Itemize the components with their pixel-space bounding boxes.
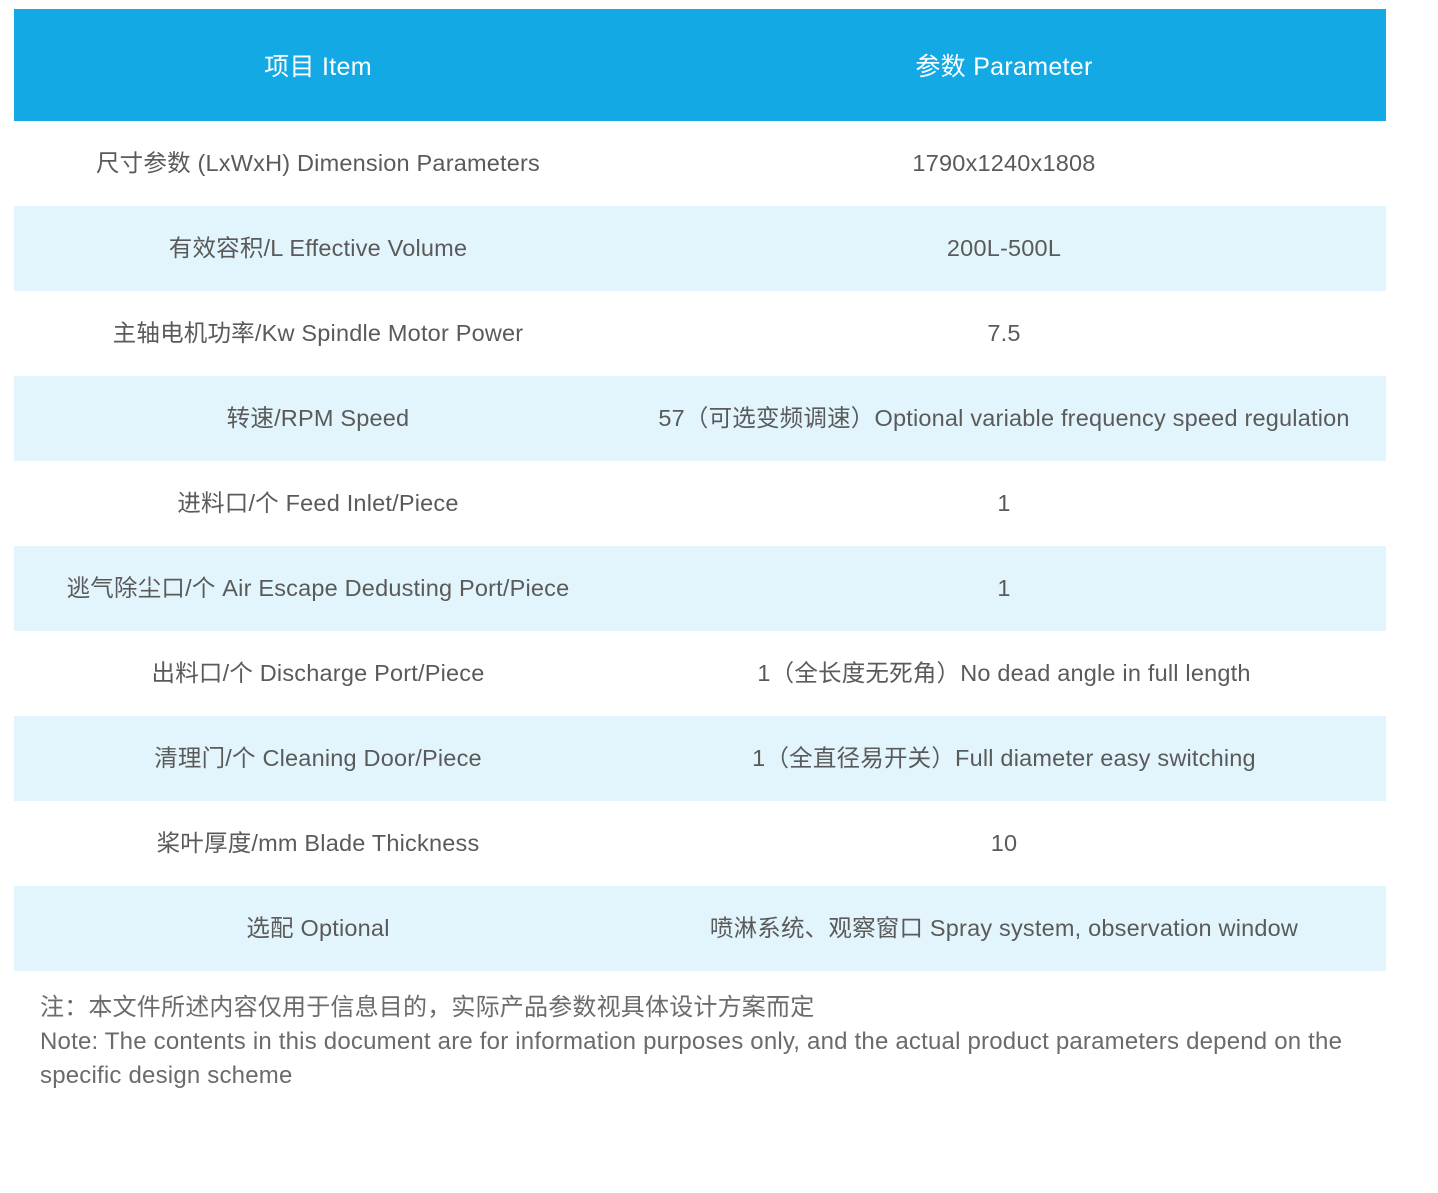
table-row: 主轴电机功率/Kw Spindle Motor Power 7.5 — [14, 291, 1386, 376]
column-header-parameter: 参数 Parameter — [622, 9, 1386, 121]
cell-item: 桨叶厚度/mm Blade Thickness — [14, 801, 622, 886]
table-row: 进料口/个 Feed Inlet/Piece 1 — [14, 461, 1386, 546]
table-row: 逃气除尘口/个 Air Escape Dedusting Port/Piece … — [14, 546, 1386, 631]
cell-item: 转速/RPM Speed — [14, 376, 622, 461]
cell-item: 选配 Optional — [14, 886, 622, 971]
cell-item: 逃气除尘口/个 Air Escape Dedusting Port/Piece — [14, 546, 622, 631]
table-row: 转速/RPM Speed 57（可选变频调速）Optional variable… — [14, 376, 1386, 461]
table-row: 桨叶厚度/mm Blade Thickness 10 — [14, 801, 1386, 886]
cell-parameter: 200L-500L — [622, 206, 1386, 291]
note-block: 注：本文件所述内容仅用于信息目的，实际产品参数视具体设计方案而定 Note: T… — [40, 991, 1400, 1093]
table-header-row: 项目 Item 参数 Parameter — [14, 9, 1386, 121]
table-header: 项目 Item 参数 Parameter — [14, 9, 1386, 121]
table-row: 出料口/个 Discharge Port/Piece 1（全长度无死角）No d… — [14, 631, 1386, 716]
cell-item: 出料口/个 Discharge Port/Piece — [14, 631, 622, 716]
note-text-english: Note: The contents in this document are … — [40, 1028, 1343, 1090]
cell-parameter: 1 — [622, 461, 1386, 546]
cell-parameter: 喷淋系统、观察窗口 Spray system, observation wind… — [622, 886, 1386, 971]
cell-item: 尺寸参数 (LxWxH) Dimension Parameters — [14, 121, 622, 206]
specification-sheet: 项目 Item 参数 Parameter 尺寸参数 (LxWxH) Dimens… — [0, 9, 1438, 1193]
cell-parameter: 1（全长度无死角）No dead angle in full length — [622, 631, 1386, 716]
table-row: 清理门/个 Cleaning Door/Piece 1（全直径易开关）Full … — [14, 716, 1386, 801]
cell-item: 主轴电机功率/Kw Spindle Motor Power — [14, 291, 622, 376]
table-row: 选配 Optional 喷淋系统、观察窗口 Spray system, obse… — [14, 886, 1386, 971]
cell-parameter: 1 — [622, 546, 1386, 631]
note-text-chinese: 注：本文件所述内容仅用于信息目的，实际产品参数视具体设计方案而定 — [40, 994, 815, 1021]
specification-table: 项目 Item 参数 Parameter 尺寸参数 (LxWxH) Dimens… — [14, 9, 1386, 971]
cell-item: 进料口/个 Feed Inlet/Piece — [14, 461, 622, 546]
cell-parameter: 57（可选变频调速）Optional variable frequency sp… — [622, 376, 1386, 461]
column-header-item: 项目 Item — [14, 9, 622, 121]
cell-parameter: 1（全直径易开关）Full diameter easy switching — [622, 716, 1386, 801]
table-row: 有效容积/L Effective Volume 200L-500L — [14, 206, 1386, 291]
cell-parameter: 1790x1240x1808 — [622, 121, 1386, 206]
table-body: 尺寸参数 (LxWxH) Dimension Parameters 1790x1… — [14, 121, 1386, 971]
cell-item: 有效容积/L Effective Volume — [14, 206, 622, 291]
cell-parameter: 7.5 — [622, 291, 1386, 376]
table-row: 尺寸参数 (LxWxH) Dimension Parameters 1790x1… — [14, 121, 1386, 206]
cell-item: 清理门/个 Cleaning Door/Piece — [14, 716, 622, 801]
cell-parameter: 10 — [622, 801, 1386, 886]
